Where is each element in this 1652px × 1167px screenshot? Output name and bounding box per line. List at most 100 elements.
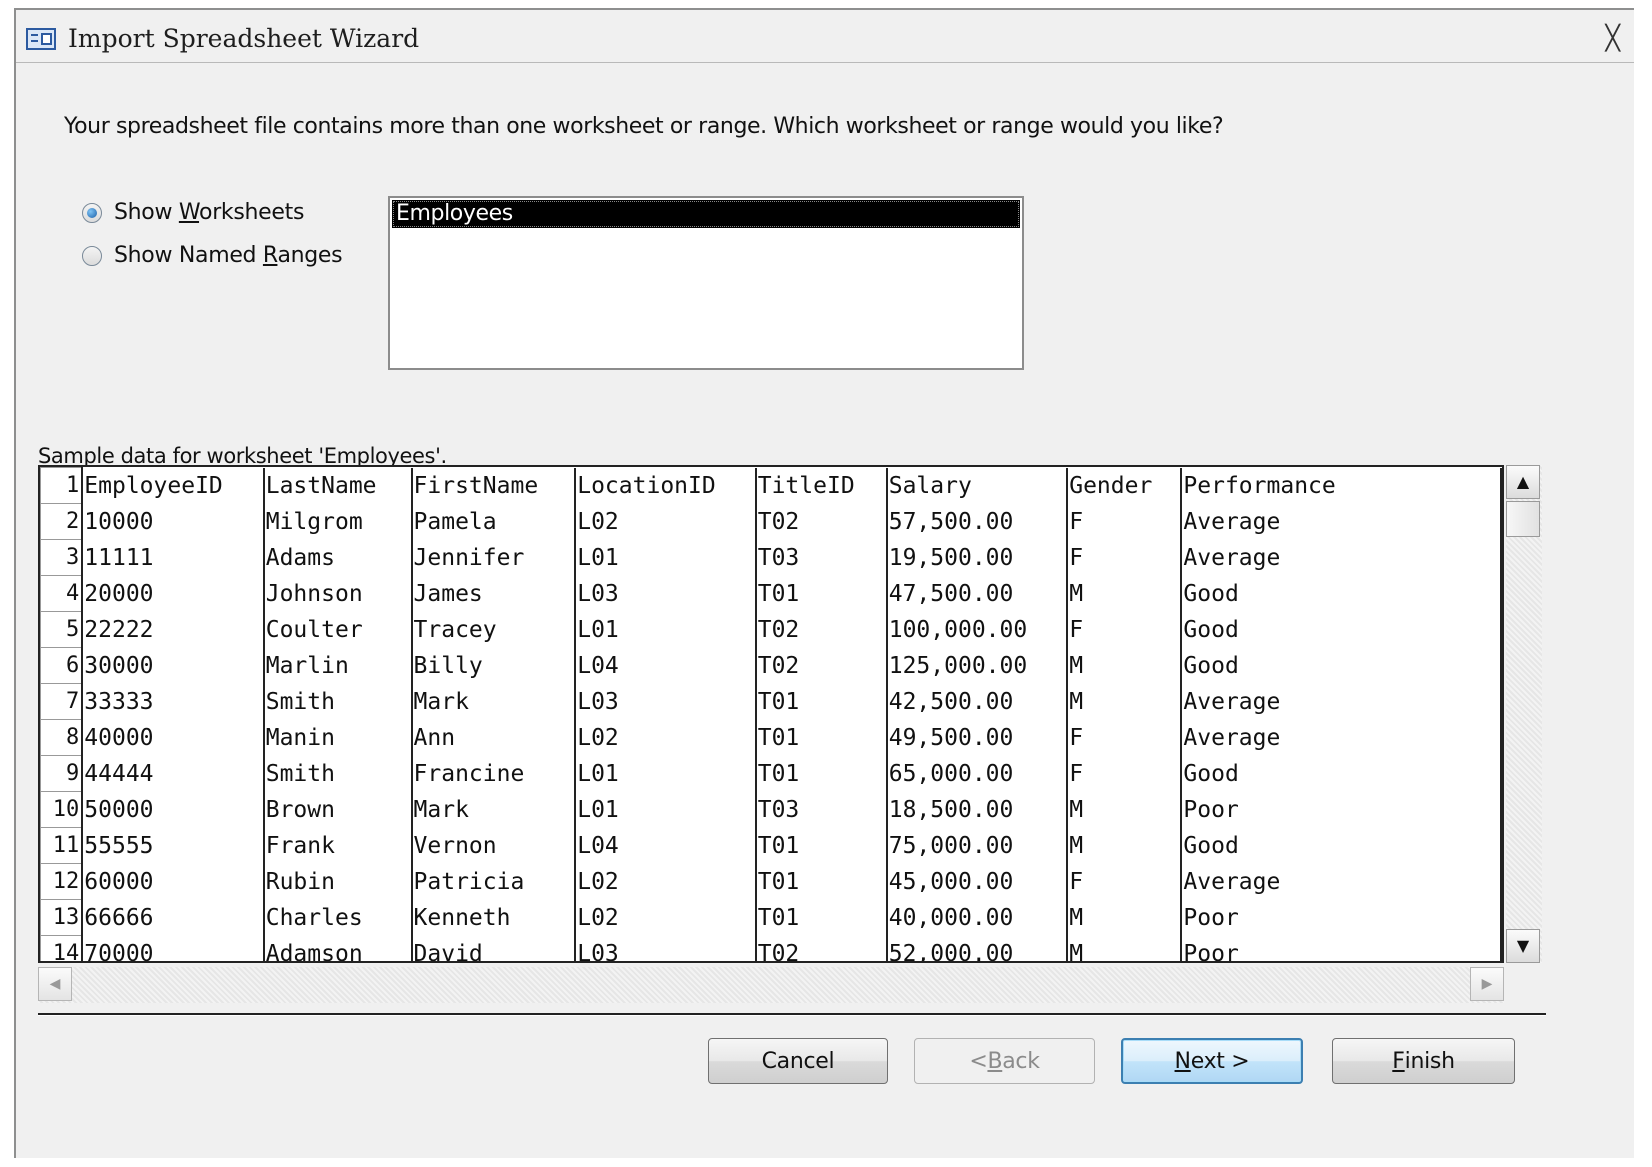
row-number[interactable]: 12 [40,863,84,900]
row-number[interactable]: 13 [40,899,84,936]
table-cell: Mark [411,683,577,720]
table-cell: 44444 [82,755,265,792]
scroll-thumb[interactable] [1506,501,1540,537]
show-named-ranges-label: Show Named Ranges [114,243,343,268]
row-number[interactable]: 4 [40,575,84,612]
table-cell: Francine [411,755,577,792]
table-cell: F [1067,755,1183,792]
row-number[interactable]: 1 [40,467,84,504]
table-cell: F [1067,539,1183,576]
table-cell: 33333 [82,683,265,720]
header-cell: TitleID [755,467,888,504]
table-cell: 65,000.00 [886,755,1069,792]
row-number[interactable]: 14 [40,935,84,961]
back-button[interactable]: < Back [914,1038,1095,1084]
cancel-button[interactable]: Cancel [708,1038,888,1084]
table-row: 7 33333 Smith Mark L03 T01 42,500.00 M Average [40,683,1502,720]
table-cell: 100,000.00 [886,611,1069,648]
table-cell: Kenneth [411,899,577,936]
table-cell: 42,500.00 [886,683,1069,720]
table-row: 14 70000 Adamson David L03 T02 52,000.00 M Poor [40,935,1502,961]
table-cell: Good [1181,611,1502,648]
row-number[interactable]: 11 [40,827,84,864]
table-cell: Vernon [411,827,577,864]
radio-button[interactable] [82,245,102,266]
header-cell: EmployeeID [82,467,265,504]
row-number[interactable]: 6 [40,647,84,684]
table-cell: L03 [575,575,757,612]
table-cell: Ann [411,719,577,756]
table-cell: David [411,935,577,961]
table-cell: 66666 [82,899,265,936]
table-cell: F [1067,503,1183,540]
table-cell: L02 [575,503,757,540]
table-cell: 60000 [82,863,265,900]
worksheet-item-employees[interactable]: Employees [392,200,1020,228]
table-cell: F [1067,719,1183,756]
row-number[interactable]: 2 [40,503,84,540]
table-cell: Adams [263,539,413,576]
header-cell: Gender [1067,467,1183,504]
table-cell: Poor [1181,791,1502,828]
table-cell: L01 [575,791,757,828]
table-cell: T01 [755,863,888,900]
table-row: 8 40000 Manin Ann L02 T01 49,500.00 F Average [40,719,1502,756]
table-row: 10 50000 Brown Mark L01 T03 18,500.00 M Poor [40,791,1502,828]
scroll-down-arrow-icon[interactable]: ▼ [1506,929,1540,963]
row-number[interactable]: 9 [40,755,84,792]
table-cell: T01 [755,719,888,756]
table-cell: L02 [575,899,757,936]
table-cell: T01 [755,827,888,864]
table-cell: T02 [755,647,888,684]
scroll-left-arrow-icon[interactable]: ◀ [38,967,72,1001]
table-row: 3 11111 Adams Jennifer L01 T03 19,500.00 F Avera… [40,539,1502,576]
next-button[interactable]: Next > [1121,1038,1303,1084]
show-worksheets-option[interactable]: Show Worksheets [82,200,304,225]
separator-line [38,1013,1546,1016]
row-number[interactable]: 5 [40,611,84,648]
table-row: 6 30000 Marlin Billy L04 T02 125,000.00 M Good [40,647,1502,684]
table-cell: L01 [575,755,757,792]
table-cell: Pamela [411,503,577,540]
horizontal-scrollbar[interactable]: ◀ ▶ [38,967,1504,1003]
table-cell: Smith [263,755,413,792]
table-cell: 75,000.00 [886,827,1069,864]
row-number[interactable]: 7 [40,683,84,720]
table-cell: 55555 [82,827,265,864]
row-number[interactable]: 3 [40,539,84,576]
scroll-up-arrow-icon[interactable]: ▲ [1506,465,1540,499]
table-cell: T03 [755,791,888,828]
table-cell: 52,000.00 [886,935,1069,961]
table-cell: L01 [575,539,757,576]
worksheet-listbox[interactable]: Employees [388,196,1024,370]
show-named-ranges-option[interactable]: Show Named Ranges [82,243,343,268]
table-cell: M [1067,683,1183,720]
table-row: 11 55555 Frank Vernon L04 T01 75,000.00 M Good [40,827,1502,864]
table-cell: 45,000.00 [886,863,1069,900]
row-number[interactable]: 10 [40,791,84,828]
sample-data-grid[interactable]: 1 EmployeeID LastName FirstName LocationID Ti… [38,465,1504,963]
table-cell: T02 [755,935,888,961]
table-cell: Mark [411,791,577,828]
table-cell: Average [1181,863,1502,900]
table-cell: Good [1181,647,1502,684]
table-cell: F [1067,611,1183,648]
table-cell: L04 [575,827,757,864]
table-cell: M [1067,647,1183,684]
table-row: 13 66666 Charles Kenneth L02 T01 40,000.00 M Poo… [40,899,1502,936]
vertical-scrollbar[interactable]: ▲ ▼ [1506,465,1542,963]
table-cell: Charles [263,899,413,936]
header-cell: Performance [1181,467,1502,504]
table-cell: M [1067,791,1183,828]
table-cell: Rubin [263,863,413,900]
row-number[interactable]: 8 [40,719,84,756]
close-icon[interactable]: ╳ [1606,24,1620,52]
table-cell: 125,000.00 [886,647,1069,684]
radio-button-checked[interactable] [82,202,102,223]
scroll-right-arrow-icon[interactable]: ▶ [1470,967,1504,1001]
table-cell: 10000 [82,503,265,540]
finish-button[interactable]: Finish [1332,1038,1515,1084]
header-cell: LocationID [575,467,757,504]
table-cell: Average [1181,503,1502,540]
table-cell: L02 [575,719,757,756]
